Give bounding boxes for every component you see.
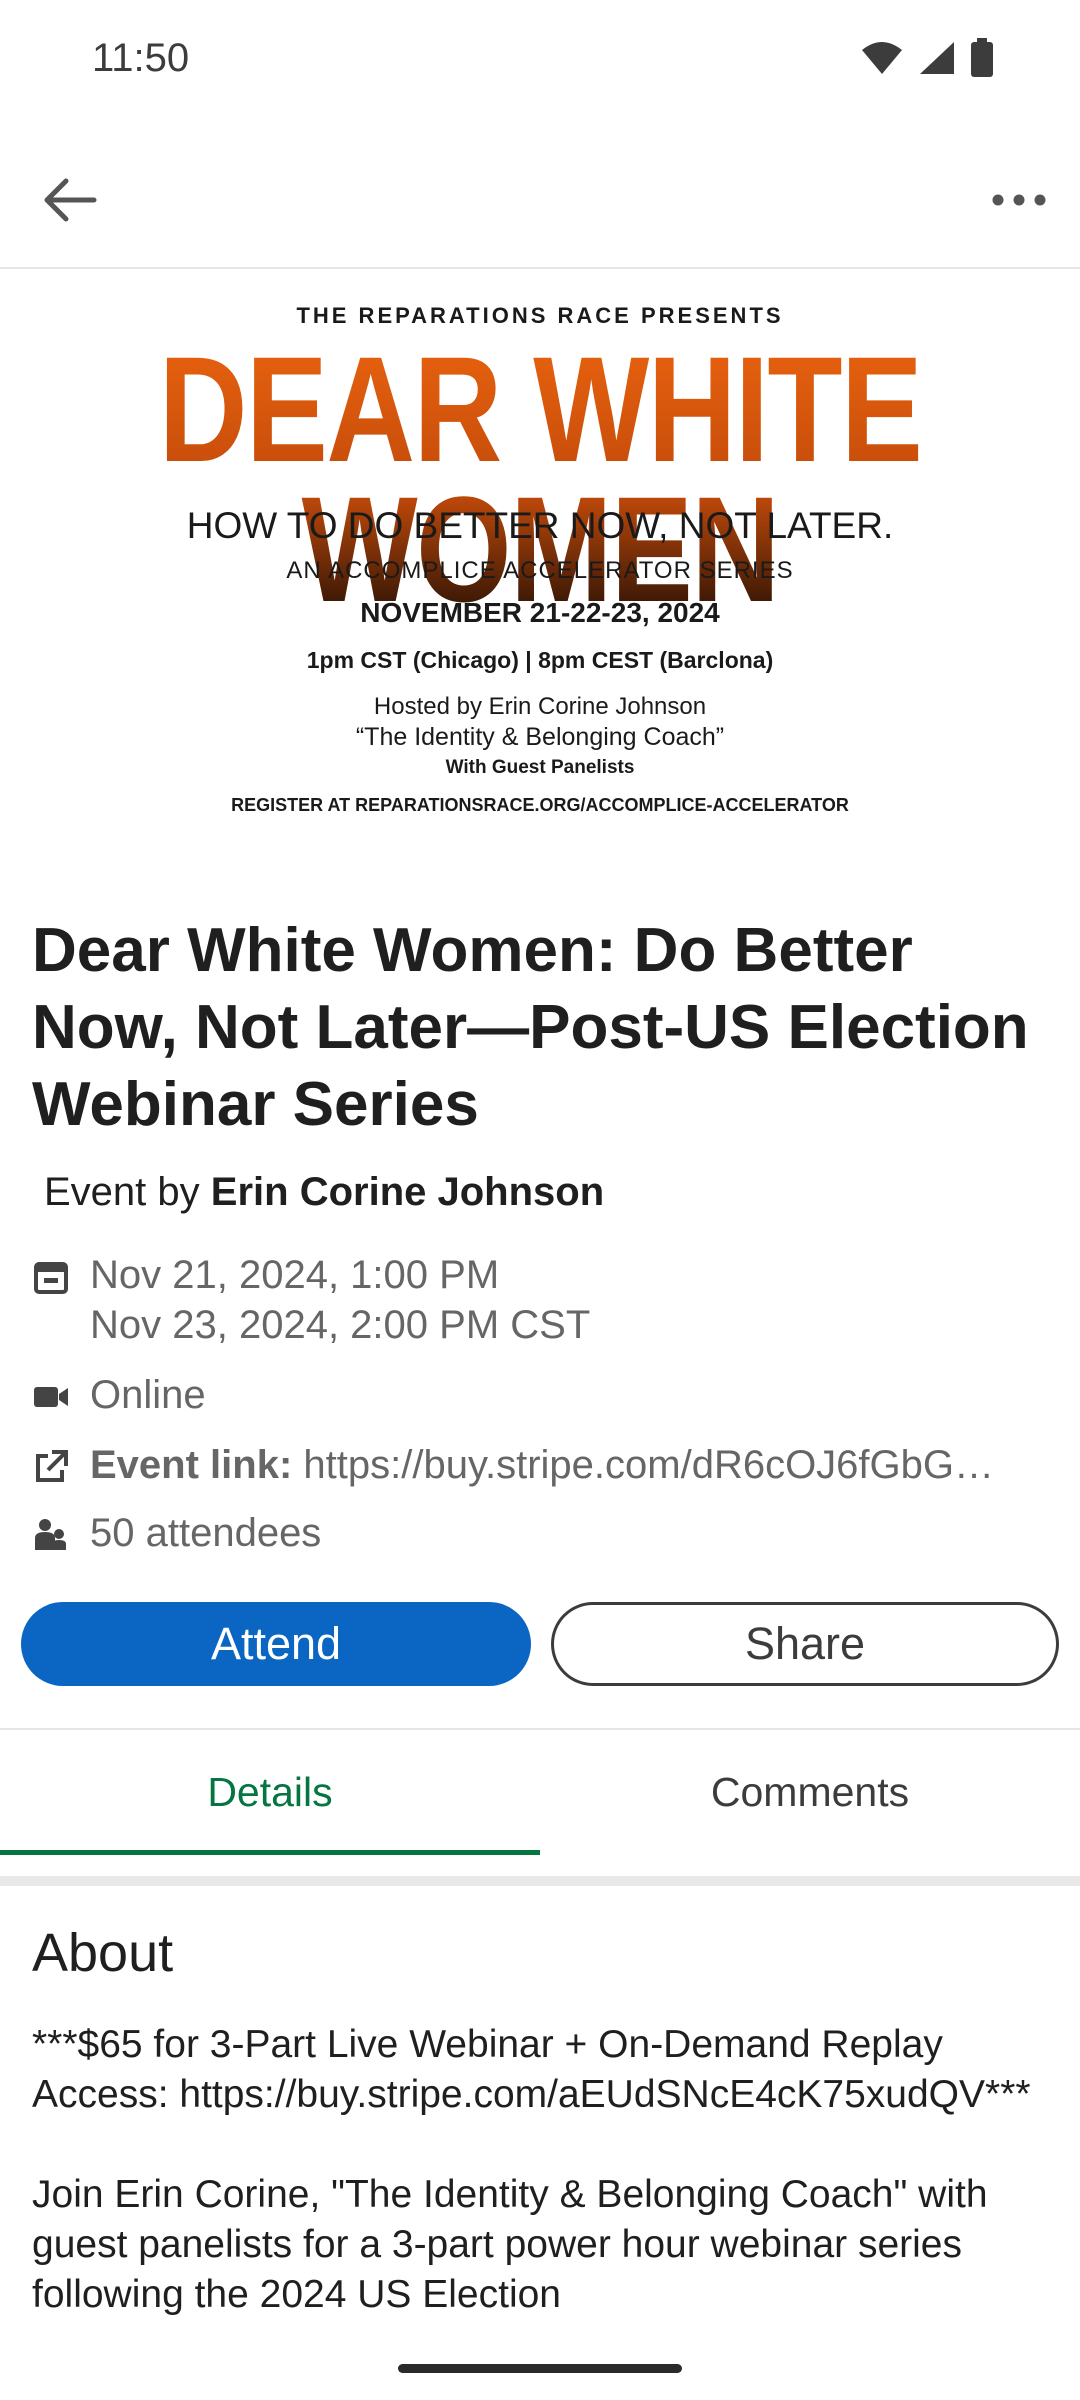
- banner-series: AN ACCOMPLICE ACCELERATOR SERIES: [286, 557, 794, 584]
- tab-details[interactable]: Details: [0, 1730, 540, 1854]
- more-options-button[interactable]: [984, 165, 1054, 235]
- share-button[interactable]: Share: [551, 1602, 1059, 1686]
- status-time: 11:50: [92, 36, 190, 80]
- external-link-icon: [36, 1450, 68, 1482]
- status-icons: [860, 38, 994, 78]
- app-bar: [0, 125, 1080, 269]
- event-link-label: Event link:: [90, 1443, 293, 1487]
- people-icon: [35, 1519, 66, 1550]
- event-start: Nov 21, 2024, 1:00 PM: [90, 1253, 500, 1297]
- banner-panelists: With Guest Panelists: [445, 757, 635, 778]
- event-organizer-line: Event by Erin Corine Johnson: [44, 1170, 604, 1215]
- event-location-row: Online: [32, 1370, 206, 1420]
- about-heading: About: [32, 1923, 174, 1983]
- wifi-icon: [862, 42, 902, 74]
- signal-icon: [920, 42, 954, 74]
- banner-subtitle: HOW TO DO BETTER NOW, NOT LATER.: [186, 505, 894, 546]
- event-date-row: Nov 21, 2024, 1:00 PM Nov 23, 2024, 2:00…: [32, 1250, 590, 1350]
- tab-comments[interactable]: Comments: [540, 1730, 1080, 1854]
- banner-register: REGISTER AT REPARATIONSRACE.ORG/ACCOMPLI…: [231, 795, 849, 815]
- event-attendees-row: 50 attendees: [32, 1508, 321, 1558]
- event-location: Online: [90, 1373, 206, 1417]
- video-icon: [34, 1387, 68, 1407]
- event-link-row[interactable]: Event link: https://buy.stripe.com/dR6cO…: [32, 1440, 1050, 1490]
- event-end: Nov 23, 2024, 2:00 PM CST: [90, 1303, 591, 1347]
- banner-hosted: Hosted by Erin Corine Johnson: [373, 693, 707, 720]
- about-paragraph-1: ***$65 for 3-Part Live Webinar + On-Dema…: [32, 2023, 1031, 2116]
- event-banner-image: THE REPARATIONS RACE PRESENTS DEAR WHITE…: [0, 269, 1080, 837]
- event-title: Dear White Women: Do Better Now, Not Lat…: [32, 916, 1029, 1139]
- about-paragraph-2: Join Erin Corine, "The Identity & Belong…: [32, 2173, 988, 2316]
- tab-bar: Details Comments: [0, 1728, 1080, 1856]
- banner-times: 1pm CST (Chicago) | 8pm CEST (Barclona): [306, 647, 774, 673]
- about-body: ***$65 for 3-Part Live Webinar + On-Dema…: [32, 2020, 1052, 2332]
- more-icon: [992, 194, 1046, 206]
- banner-coach: “The Identity & Belonging Coach”: [355, 723, 725, 751]
- home-indicator[interactable]: [398, 2364, 682, 2373]
- section-divider: [0, 1876, 1080, 1886]
- attend-button[interactable]: Attend: [21, 1602, 531, 1686]
- banner-dates: NOVEMBER 21-22-23, 2024: [360, 597, 720, 628]
- active-tab-indicator: [0, 1850, 540, 1855]
- calendar-icon: [34, 1262, 68, 1294]
- attendee-count[interactable]: 50 attendees: [90, 1508, 321, 1558]
- organizer-name[interactable]: Erin Corine Johnson: [211, 1170, 604, 1214]
- status-bar: 11:50: [0, 0, 1080, 125]
- event-link-url[interactable]: https://buy.stripe.com/dR6cOJ6fGbG…: [303, 1443, 994, 1487]
- event-by-prefix: Event by: [44, 1170, 200, 1214]
- battery-icon: [971, 38, 993, 77]
- back-arrow-icon: [44, 178, 97, 222]
- back-button[interactable]: [36, 165, 106, 235]
